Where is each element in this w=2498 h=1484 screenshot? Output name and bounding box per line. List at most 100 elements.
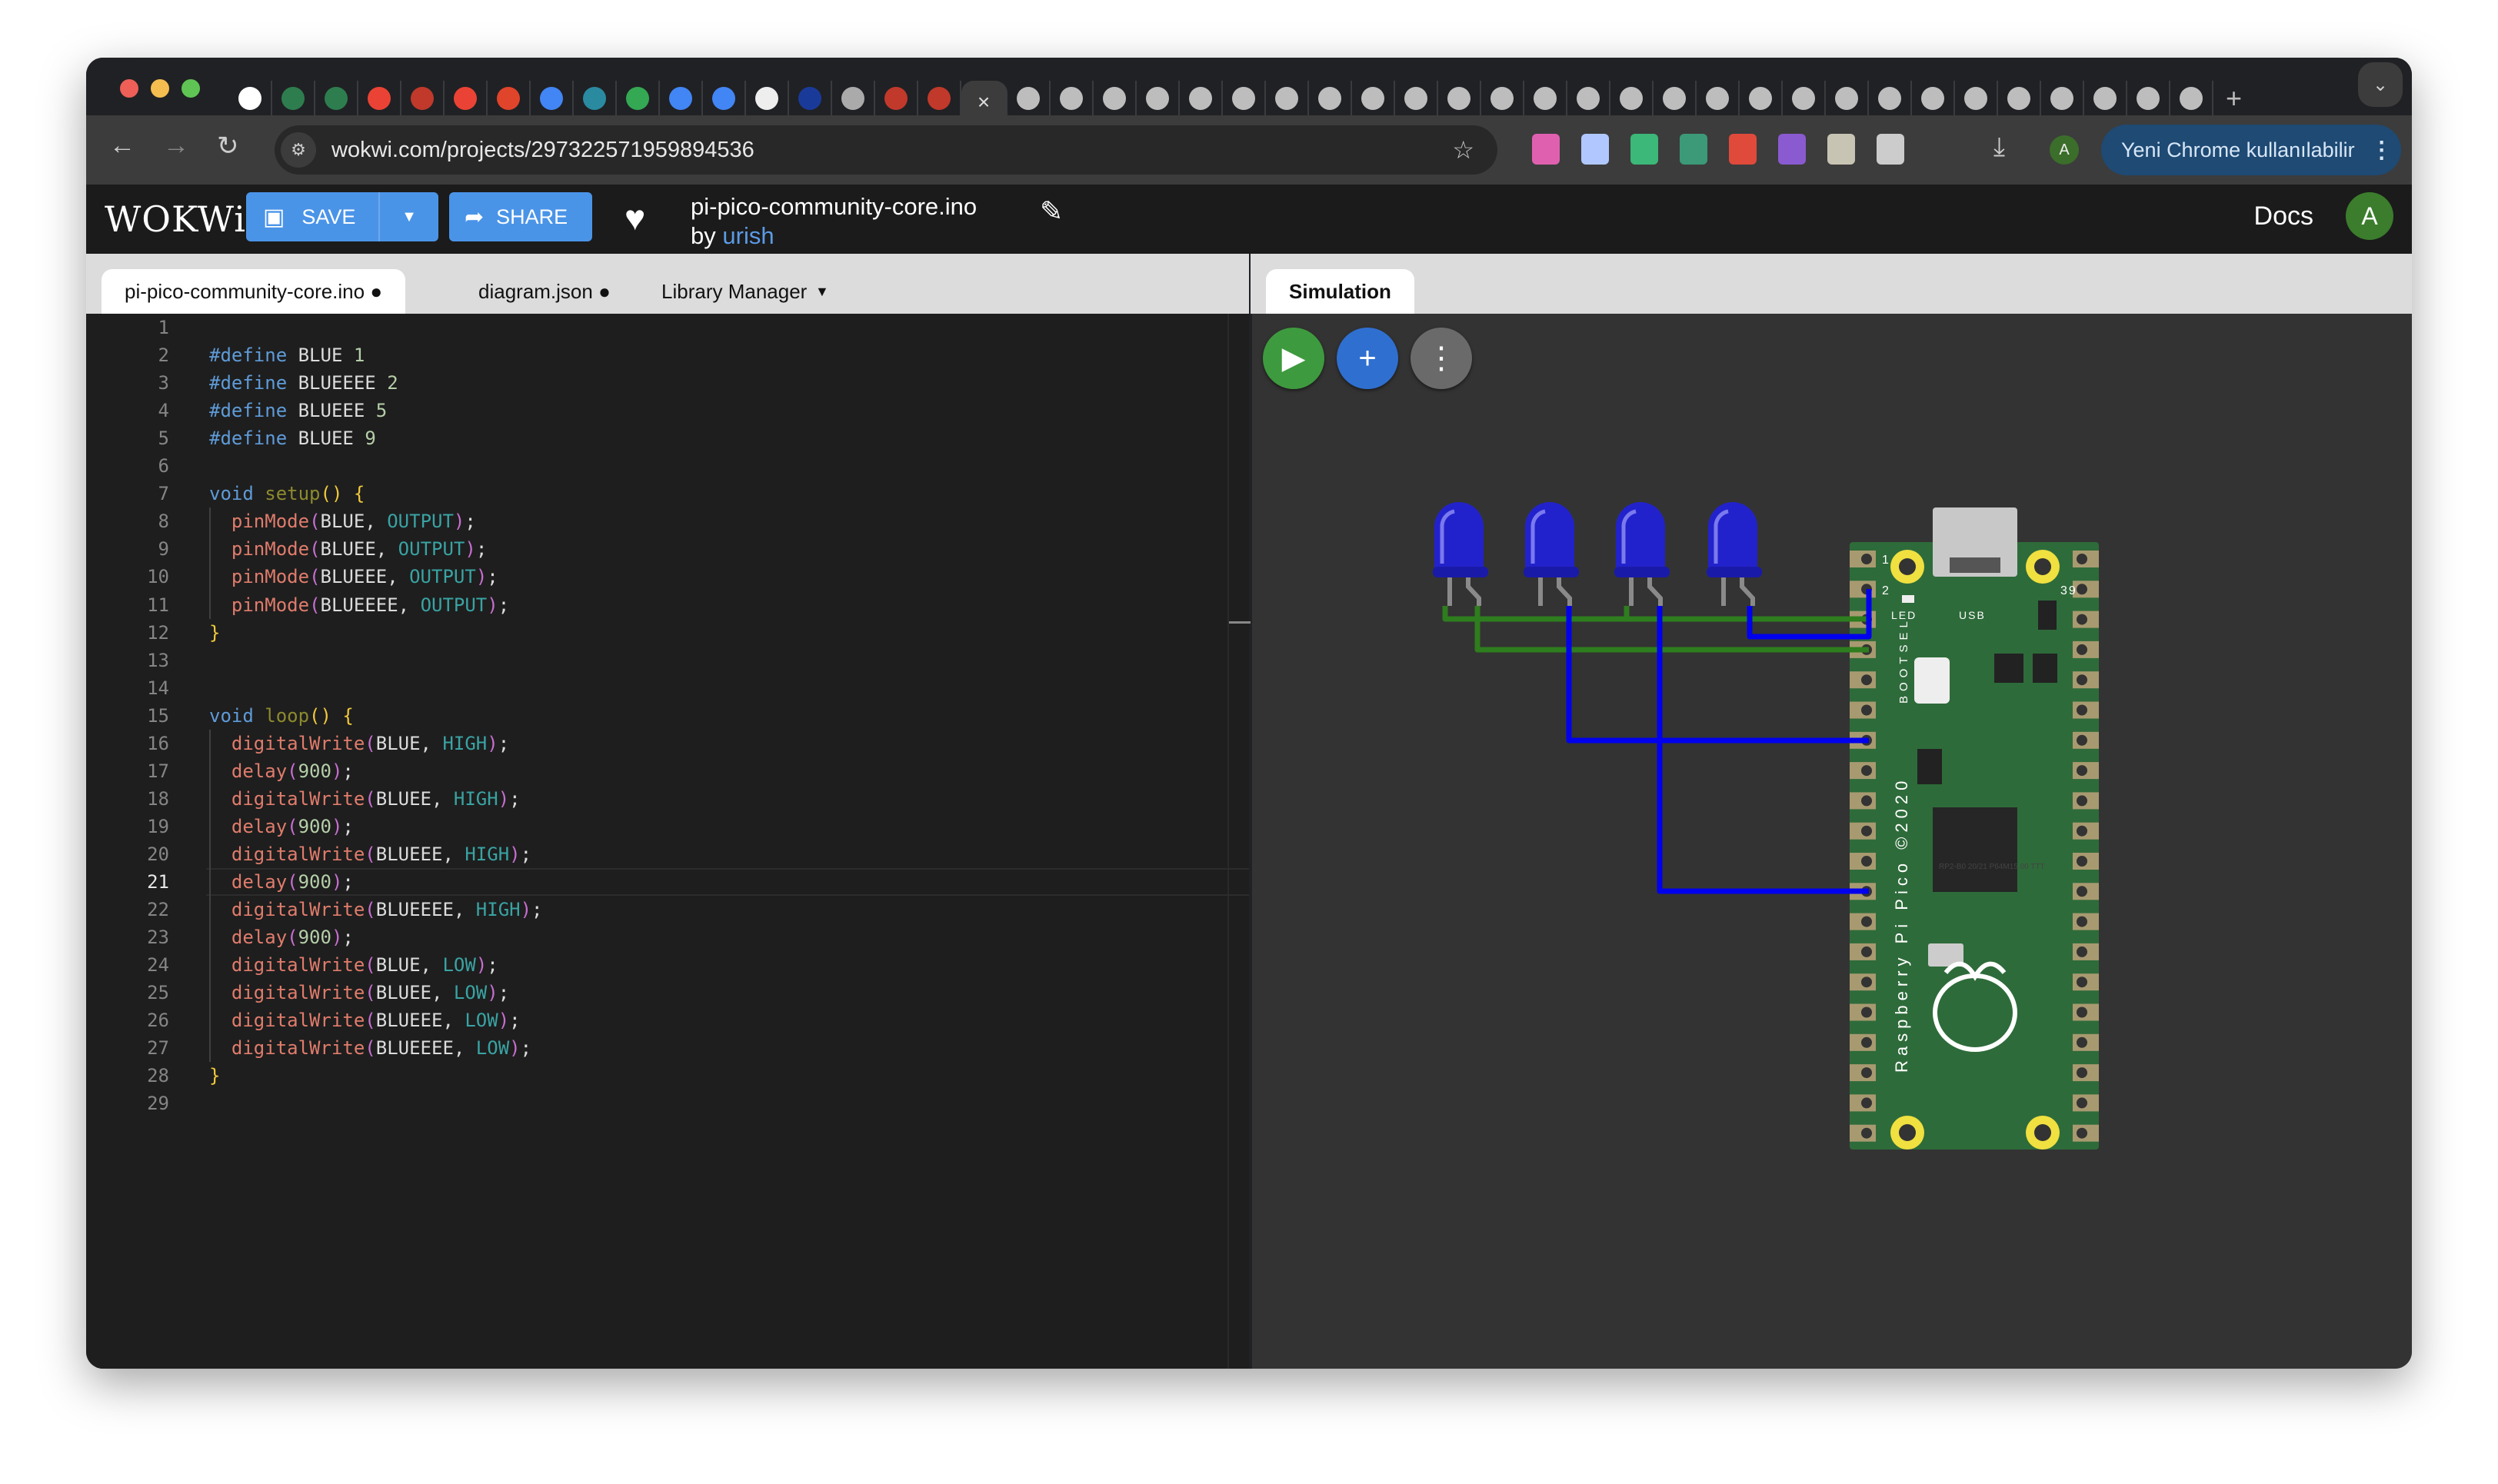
new-tab-button[interactable]: + [2226,82,2242,115]
browser-tab[interactable] [1654,81,1697,116]
save-dropdown-button[interactable]: ▼ [378,192,438,241]
code-line[interactable]: 16 digitalWrite(BLUE, HIGH); [86,730,1249,757]
browser-tab[interactable] [1610,81,1654,116]
author-link[interactable]: urish [722,222,774,249]
browser-tab[interactable] [1438,81,1481,116]
browser-tab[interactable] [703,81,746,116]
browser-tab[interactable] [1998,81,2041,116]
browser-tab[interactable] [1783,81,1826,116]
browser-tab[interactable] [660,81,703,116]
code-line[interactable]: 6 [86,452,1249,480]
browser-tab[interactable] [574,81,617,116]
browser-tab[interactable] [315,81,358,116]
url-text[interactable]: wokwi.com/projects/297322571959894536 [331,138,754,163]
browser-tab[interactable] [401,81,445,116]
download-icon[interactable]: ⤓ [1993,132,2005,162]
wokwi-logo[interactable]: WOKWi [105,198,246,240]
tab-diagram-json[interactable]: diagram.json ● [455,269,634,314]
browser-tab[interactable] [918,81,961,116]
browser-tab[interactable] [2127,81,2170,116]
extension-icon[interactable] [1827,134,1855,165]
code-line[interactable]: 1 [86,314,1249,341]
reload-icon[interactable]: ↻ [217,131,239,161]
code-line[interactable]: 18 digitalWrite(BLUEE, HIGH); [86,785,1249,813]
browser-tab[interactable] [1180,81,1223,116]
edit-pencil-icon[interactable]: ✎ [1040,195,1063,228]
code-line[interactable]: 28} [86,1062,1249,1090]
browser-tab[interactable] [1352,81,1395,116]
browser-tab[interactable] [1697,81,1740,116]
code-line[interactable]: 21 delay(900); [86,868,1249,896]
code-line[interactable]: 29 [86,1090,1249,1117]
circuit-diagram[interactable]: 12 39LED USBBOOTSELRaspberry Pi Pico ©2020… [1252,314,2412,1369]
browser-tab[interactable] [1309,81,1352,116]
browser-tab[interactable] [1008,81,1051,116]
code-line[interactable]: 5 #define BLUEE 9 [86,424,1249,452]
browser-tab[interactable] [2041,81,2084,116]
browser-tab[interactable] [832,81,875,116]
bookmark-star-icon[interactable]: ☆ [1452,135,1474,165]
maximize-window-button[interactable] [182,79,200,98]
site-settings-icon[interactable]: ⚙ [281,132,316,168]
browser-tab[interactable] [445,81,488,116]
browser-tab[interactable] [875,81,918,116]
browser-tab[interactable] [1266,81,1309,116]
save-button[interactable]: ▣ SAVE ▼ [246,192,438,241]
browser-tab[interactable] [2084,81,2127,116]
code-line[interactable]: 27 digitalWrite(BLUEEEE, LOW); [86,1034,1249,1062]
browser-tab[interactable] [1955,81,1998,116]
extension-icon[interactable] [1532,134,1560,165]
browser-tab[interactable] [617,81,660,116]
browser-tab[interactable] [358,81,401,116]
code-line[interactable]: 2 #define BLUE 1 [86,341,1249,369]
extension-icon[interactable] [1630,134,1658,165]
browser-tab[interactable] [1137,81,1180,116]
code-line[interactable]: 4 #define BLUEEE 5 [86,397,1249,424]
code-line[interactable]: 3 #define BLUEEEE 2 [86,369,1249,397]
browser-tab[interactable] [1481,81,1524,116]
tabs-dropdown-icon[interactable]: ▼ [815,269,829,314]
browser-tab[interactable] [746,81,789,116]
share-button[interactable]: ➦ SHARE [449,192,592,241]
browser-tab[interactable] [1223,81,1266,116]
browser-tab[interactable] [789,81,832,116]
browser-tab[interactable] [1826,81,1869,116]
browser-tab[interactable] [488,81,531,116]
extension-icon[interactable] [1778,134,1806,165]
profile-avatar[interactable]: A [2050,135,2079,165]
code-line[interactable]: 7 void setup() { [86,480,1249,507]
code-line[interactable]: 17 delay(900); [86,757,1249,785]
code-line[interactable]: 14 [86,674,1249,702]
code-line[interactable]: 20 digitalWrite(BLUEEE, HIGH); [86,840,1249,868]
code-line[interactable]: 23 delay(900); [86,923,1249,951]
code-line[interactable]: 12} [86,619,1249,647]
docs-link[interactable]: Docs [2254,201,2313,231]
code-line[interactable]: 9 pinMode(BLUEE, OUTPUT); [86,535,1249,563]
back-icon[interactable]: ← [109,131,135,161]
browser-tab[interactable] [229,81,272,116]
browser-tab[interactable] [1567,81,1610,116]
address-bar[interactable]: ⚙ wokwi.com/projects/297322571959894536 … [275,125,1497,175]
code-line[interactable]: 15 void loop() { [86,702,1249,730]
code-line[interactable]: 22 digitalWrite(BLUEEEE, HIGH); [86,896,1249,923]
browser-tab[interactable] [1395,81,1438,116]
code-line[interactable]: 11 pinMode(BLUEEEE, OUTPUT); [86,591,1249,619]
code-line[interactable]: 24 digitalWrite(BLUE, LOW); [86,951,1249,979]
browser-tab[interactable] [1869,81,1912,116]
code-line[interactable]: 8 pinMode(BLUE, OUTPUT); [86,507,1249,535]
extension-icon[interactable] [1581,134,1609,165]
code-editor[interactable]: 1 2 #define BLUE 1 3 #define BLUEEEE 2 4 #defi… [86,314,1251,1369]
tab-search-button[interactable]: ⌄ [2358,62,2403,107]
browser-tab[interactable] [272,81,315,116]
browser-tab[interactable] [1051,81,1094,116]
code-line[interactable]: 13 [86,647,1249,674]
browser-tab[interactable] [1524,81,1567,116]
code-line[interactable]: 26 digitalWrite(BLUEEE, LOW); [86,1007,1249,1034]
extension-icon[interactable] [1877,134,1904,165]
browser-tab[interactable] [1740,81,1783,116]
code-line[interactable]: 25 digitalWrite(BLUEE, LOW); [86,979,1249,1007]
tab-library-manager[interactable]: Library Manager [638,269,830,314]
tab-simulation[interactable]: Simulation [1266,269,1414,314]
browser-tab[interactable] [2170,81,2213,116]
browser-tab[interactable] [531,81,574,116]
